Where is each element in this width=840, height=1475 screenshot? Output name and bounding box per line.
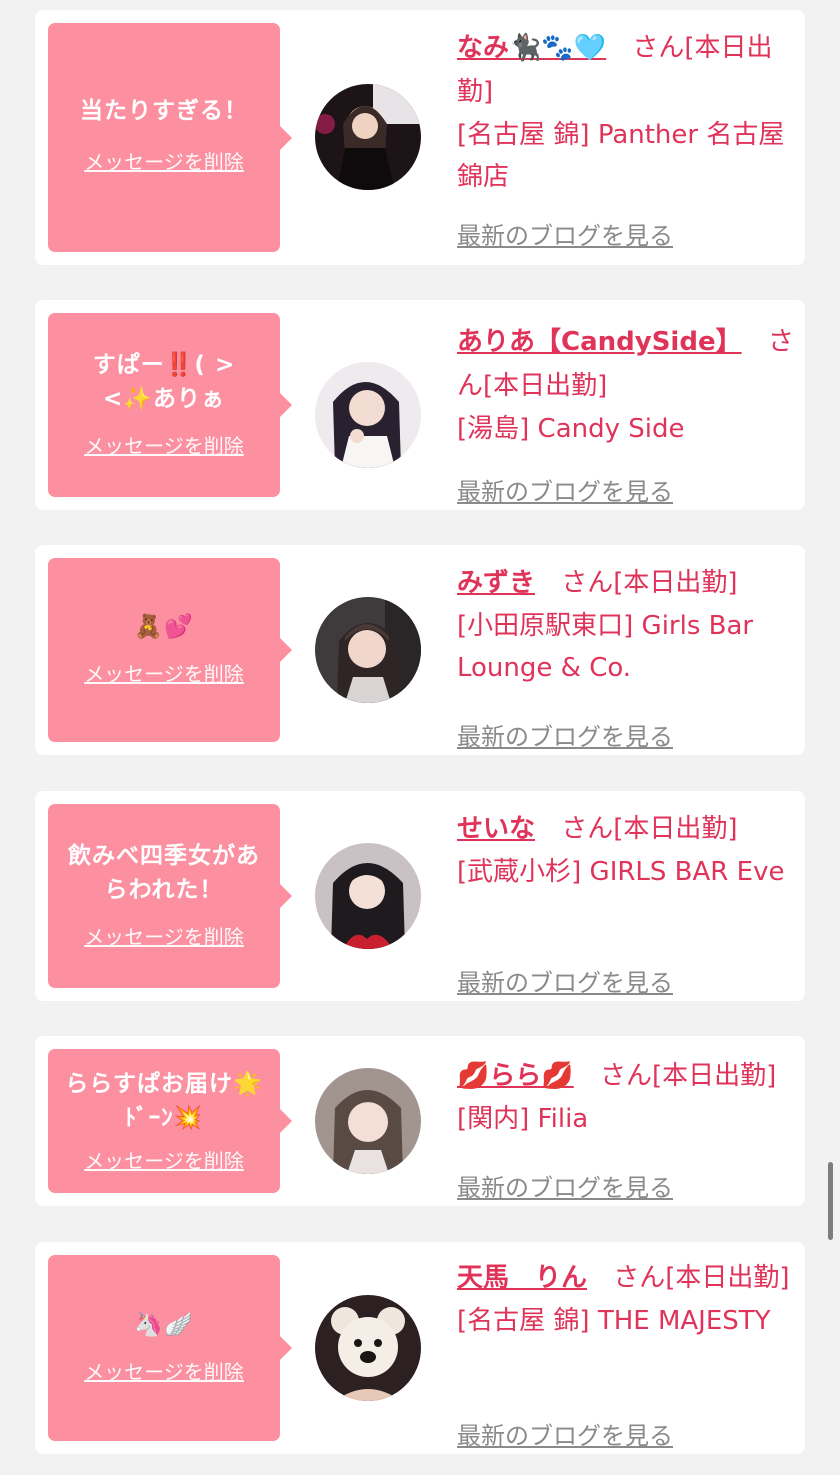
message-text: 🧸💕 (134, 613, 194, 640)
shop-name: [名古屋 錦] THE MAJESTY (457, 1306, 771, 1336)
girl-card: すぱー‼️( > <✨ありぁ メッセージを削除 ありあ【CandySide】 さ… (35, 300, 805, 510)
delete-message-link[interactable]: メッセージを削除 (84, 430, 244, 459)
girl-name-link[interactable]: せいな (457, 814, 535, 844)
latest-blog-link[interactable]: 最新のブログを見る (457, 216, 673, 251)
latest-blog-link[interactable]: 最新のブログを見る (457, 963, 673, 998)
avatar[interactable] (315, 1068, 421, 1174)
avatar-photo-icon (315, 597, 421, 703)
status-text: さん[本日出勤] (613, 1263, 790, 1293)
latest-blog-link[interactable]: 最新のブログを見る (457, 472, 673, 507)
girl-info: せいな さん[本日出勤] [武蔵小杉] GIRLS BAR Eve (457, 807, 797, 893)
message-bubble: すぱー‼️( > <✨ありぁ メッセージを削除 (48, 313, 292, 497)
message-bubble: 当たりすぎる！ メッセージを削除 (48, 23, 292, 252)
delete-message-link[interactable]: メッセージを削除 (84, 921, 244, 950)
scrollbar[interactable] (828, 1162, 833, 1240)
girl-card: 🧸💕 メッセージを削除 みずき さん[本日出勤] [小田原駅東口] Girls … (35, 545, 805, 755)
message-bubble: 🧸💕 メッセージを削除 (48, 558, 292, 742)
girl-card: 飲みべ四季女があらわれた！ メッセージを削除 せいな さん[本日出勤] [武蔵小… (35, 791, 805, 1001)
latest-blog-link[interactable]: 最新のブログを見る (457, 1416, 673, 1451)
girl-card: ららすぱお届け🌟ﾄﾞｰﾝ💥 メッセージを削除 💋らら💋 さん[本日出勤] [関内… (35, 1036, 805, 1206)
latest-blog-link[interactable]: 最新のブログを見る (457, 717, 673, 752)
avatar[interactable] (315, 362, 421, 468)
girl-name-link[interactable]: 💋らら💋 (457, 1061, 574, 1091)
girl-card: 当たりすぎる！ メッセージを削除 なみ🐈‍⬛🐾🩵 さん[本日出勤] [名古屋 錦… (35, 10, 805, 265)
avatar-photo-icon (315, 843, 421, 949)
message-text: 当たりすぎる！ (80, 98, 248, 124)
status-text: さん[本日出勤] (600, 1061, 777, 1091)
avatar[interactable] (315, 597, 421, 703)
avatar[interactable] (315, 84, 421, 190)
status-text: さん[本日出勤] (561, 568, 738, 598)
avatar[interactable] (315, 1295, 421, 1401)
delete-message-link[interactable]: メッセージを削除 (84, 658, 244, 687)
girl-name-link[interactable]: なみ🐈‍⬛🐾🩵 (457, 33, 606, 63)
message-bubble: ららすぱお届け🌟ﾄﾞｰﾝ💥 メッセージを削除 (48, 1049, 292, 1193)
message-text: 🦄🪽 (134, 1311, 194, 1338)
message-bubble: 🦄🪽 メッセージを削除 (48, 1255, 292, 1441)
message-text: すぱー‼️( > <✨ありぁ (92, 351, 236, 412)
avatar-photo-icon (315, 84, 421, 190)
girl-info: ありあ【CandySide】 さん[本日出勤] [湯島] Candy Side (457, 320, 797, 450)
girl-card: 🦄🪽 メッセージを削除 天馬 りん さん[本日出勤] [名古屋 錦] THE M… (35, 1242, 805, 1454)
shop-name: [関内] Filia (457, 1104, 589, 1134)
girl-name-link[interactable]: 天馬 りん (457, 1263, 587, 1293)
status-text: さん[本日出勤] (561, 814, 738, 844)
shop-name: [湯島] Candy Side (457, 414, 685, 444)
delete-message-link[interactable]: メッセージを削除 (84, 146, 244, 175)
avatar-photo-icon (315, 1295, 421, 1401)
girl-info: みずき さん[本日出勤] [小田原駅東口] Girls Bar Lounge &… (457, 561, 797, 689)
delete-message-link[interactable]: メッセージを削除 (84, 1145, 244, 1174)
girl-info: 💋らら💋 さん[本日出勤] [関内] Filia (457, 1054, 797, 1140)
latest-blog-link[interactable]: 最新のブログを見る (457, 1168, 673, 1203)
delete-message-link[interactable]: メッセージを削除 (84, 1356, 244, 1385)
girl-name-link[interactable]: ありあ【CandySide】 (457, 327, 742, 357)
message-text: 飲みべ四季女があらわれた！ (68, 842, 260, 903)
avatar-photo-icon (315, 362, 421, 468)
avatar-photo-icon (315, 1068, 421, 1174)
message-text: ららすぱお届け🌟ﾄﾞｰﾝ💥 (65, 1070, 263, 1131)
girl-name-link[interactable]: みずき (457, 568, 535, 598)
girl-info: なみ🐈‍⬛🐾🩵 さん[本日出勤] [名古屋 錦] Panther 名古屋錦店 (457, 26, 797, 198)
avatar[interactable] (315, 843, 421, 949)
girl-info: 天馬 りん さん[本日出勤] [名古屋 錦] THE MAJESTY (457, 1256, 797, 1342)
shop-name: [名古屋 錦] Panther 名古屋錦店 (457, 120, 785, 192)
message-bubble: 飲みべ四季女があらわれた！ メッセージを削除 (48, 804, 292, 988)
shop-name: [小田原駅東口] Girls Bar Lounge & Co. (457, 611, 754, 683)
shop-name: [武蔵小杉] GIRLS BAR Eve (457, 857, 785, 887)
